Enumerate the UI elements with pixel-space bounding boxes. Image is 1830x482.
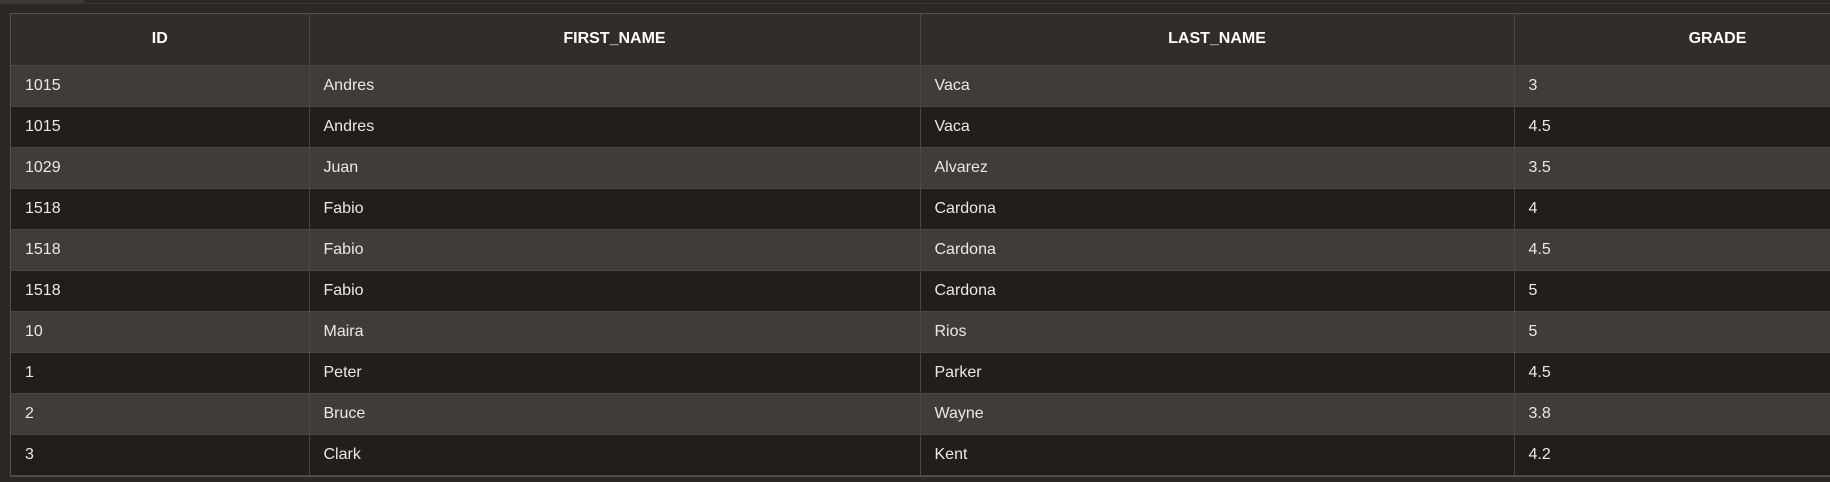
cell-id[interactable]: 1015 <box>11 106 310 148</box>
cell-first-name[interactable]: Andres <box>309 106 921 148</box>
cell-id[interactable]: 1015 <box>11 65 310 107</box>
cell-first-name[interactable]: Juan <box>309 147 921 189</box>
cell-first-name[interactable]: Fabio <box>309 229 921 271</box>
cell-last-name[interactable]: Alvarez <box>920 147 1515 189</box>
table-row[interactable]: 3 Clark Kent 4.2 <box>11 434 1830 476</box>
column-header-first-name[interactable]: FIRST_NAME <box>309 14 921 66</box>
results-table-body: 1015 Andres Vaca 3 1015 Andres Vaca 4.5 1029 Juan… <box>11 65 1830 476</box>
table-row[interactable]: 1029 Juan Alvarez 3.5 <box>11 147 1830 189</box>
results-table-header: ID FIRST_NAME LAST_NAME GRADE <box>11 14 1830 66</box>
table-row[interactable]: 1518 Fabio Cardona 4.5 <box>11 229 1830 271</box>
table-row[interactable]: 1518 Fabio Cardona 4 <box>11 188 1830 230</box>
cell-id[interactable]: 2 <box>11 393 310 435</box>
cell-last-name[interactable]: Vaca <box>920 65 1515 107</box>
cell-grade[interactable]: 4.5 <box>1514 106 1830 148</box>
cell-id[interactable]: 10 <box>11 311 310 353</box>
cell-last-name[interactable]: Cardona <box>920 229 1515 271</box>
table-row[interactable]: 1518 Fabio Cardona 5 <box>11 270 1830 312</box>
cell-id[interactable]: 1518 <box>11 229 310 271</box>
cell-grade[interactable]: 4 <box>1514 188 1830 230</box>
cell-last-name[interactable]: Vaca <box>920 106 1515 148</box>
cell-first-name[interactable]: Peter <box>309 352 921 394</box>
cell-id[interactable]: 1 <box>11 352 310 394</box>
cell-first-name[interactable]: Maira <box>309 311 921 353</box>
column-header-grade[interactable]: GRADE <box>1514 14 1830 66</box>
cell-last-name[interactable]: Kent <box>920 434 1515 476</box>
cell-grade[interactable]: 5 <box>1514 311 1830 353</box>
cell-grade[interactable]: 3 <box>1514 65 1830 107</box>
cell-last-name[interactable]: Wayne <box>920 393 1515 435</box>
results-grid[interactable]: ID FIRST_NAME LAST_NAME GRADE 1015 Andres… <box>10 13 1830 477</box>
table-row[interactable]: 10 Maira Rios 5 <box>11 311 1830 353</box>
cell-id[interactable]: 1029 <box>11 147 310 189</box>
cell-grade[interactable]: 4.2 <box>1514 434 1830 476</box>
header-row: ID FIRST_NAME LAST_NAME GRADE <box>11 14 1830 66</box>
cell-id[interactable]: 1518 <box>11 270 310 312</box>
cell-grade[interactable]: 3.5 <box>1514 147 1830 189</box>
column-header-id[interactable]: ID <box>11 14 310 66</box>
cell-last-name[interactable]: Cardona <box>920 188 1515 230</box>
panel-top-divider <box>0 3 1830 4</box>
table-row[interactable]: 2 Bruce Wayne 3.8 <box>11 393 1830 435</box>
cell-last-name[interactable]: Cardona <box>920 270 1515 312</box>
cell-first-name[interactable]: Fabio <box>309 188 921 230</box>
cell-first-name[interactable]: Fabio <box>309 270 921 312</box>
table-row[interactable]: 1 Peter Parker 4.5 <box>11 352 1830 394</box>
cell-id[interactable]: 3 <box>11 434 310 476</box>
table-row[interactable]: 1015 Andres Vaca 3 <box>11 65 1830 107</box>
cell-grade[interactable]: 4.5 <box>1514 352 1830 394</box>
cell-id[interactable]: 1518 <box>11 188 310 230</box>
cell-first-name[interactable]: Clark <box>309 434 921 476</box>
cell-first-name[interactable]: Bruce <box>309 393 921 435</box>
cell-first-name[interactable]: Andres <box>309 65 921 107</box>
cell-last-name[interactable]: Rios <box>920 311 1515 353</box>
cell-last-name[interactable]: Parker <box>920 352 1515 394</box>
cell-grade[interactable]: 4.5 <box>1514 229 1830 271</box>
column-header-last-name[interactable]: LAST_NAME <box>920 14 1515 66</box>
cell-grade[interactable]: 3.8 <box>1514 393 1830 435</box>
table-row[interactable]: 1015 Andres Vaca 4.5 <box>11 106 1830 148</box>
cell-grade[interactable]: 5 <box>1514 270 1830 312</box>
results-table: ID FIRST_NAME LAST_NAME GRADE 1015 Andres… <box>11 14 1830 476</box>
